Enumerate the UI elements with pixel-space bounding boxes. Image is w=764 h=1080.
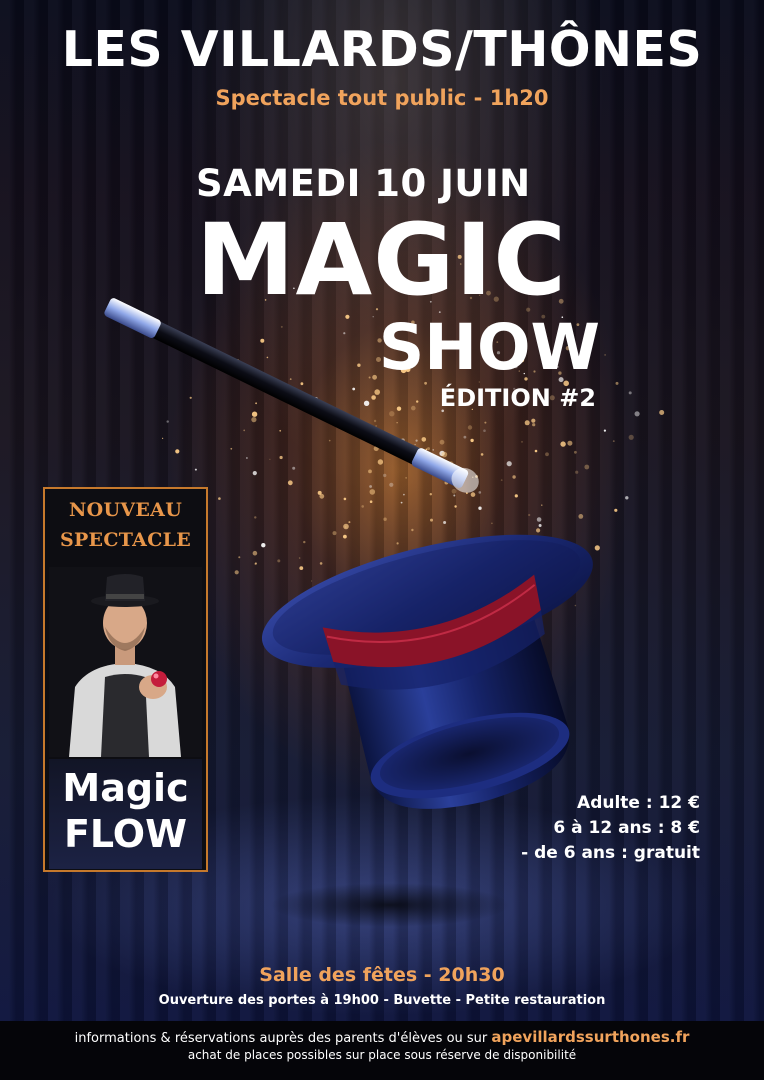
price-adult: Adulte : 12 € <box>577 793 700 813</box>
price-under-6: - de 6 ans : gratuit <box>521 843 700 863</box>
price-child: 6 à 12 ans : 8 € <box>553 818 700 838</box>
magic-flow-card: NOUVEAU SPECTACLE Magic FLOW <box>43 487 208 872</box>
card-nouveau: NOUVEAU <box>68 499 183 521</box>
card-header: NOUVEAU SPECTACLE <box>51 495 200 565</box>
place-time: Salle des fêtes - 20h30 <box>259 964 505 986</box>
poster: LES VILLARDS/THÔNES Spectacle tout publi… <box>0 0 764 1080</box>
subtitle: Spectacle tout public - 1h20 <box>215 86 549 110</box>
price-list: Adulte : 12 € 6 à 12 ans : 8 € - de 6 an… <box>440 791 700 866</box>
card-spectacle: SPECTACLE <box>59 529 192 551</box>
show-title-magic: MAGIC <box>196 203 567 318</box>
floor-shadow <box>270 883 510 927</box>
event-date: SAMEDI 10 JUIN <box>196 162 531 205</box>
show-title-show: SHOW <box>378 311 600 384</box>
website-link[interactable]: apevillardssurthones.fr <box>491 1028 689 1046</box>
footer-note: achat de places possibles sur place sous… <box>187 1048 577 1062</box>
card-name-magic: Magic <box>62 766 189 810</box>
edition-label: ÉDITION #2 <box>439 384 596 412</box>
card-name-flow: FLOW <box>63 812 188 856</box>
card-name-banner: Magic FLOW <box>49 759 202 869</box>
magician-photo <box>49 567 202 757</box>
venue-title: LES VILLARDS/THÔNES <box>61 21 703 78</box>
footer-info-text: informations & réservations auprès des p… <box>74 1031 492 1046</box>
event-details: Ouverture des portes à 19h00 - Buvette -… <box>158 993 606 1008</box>
